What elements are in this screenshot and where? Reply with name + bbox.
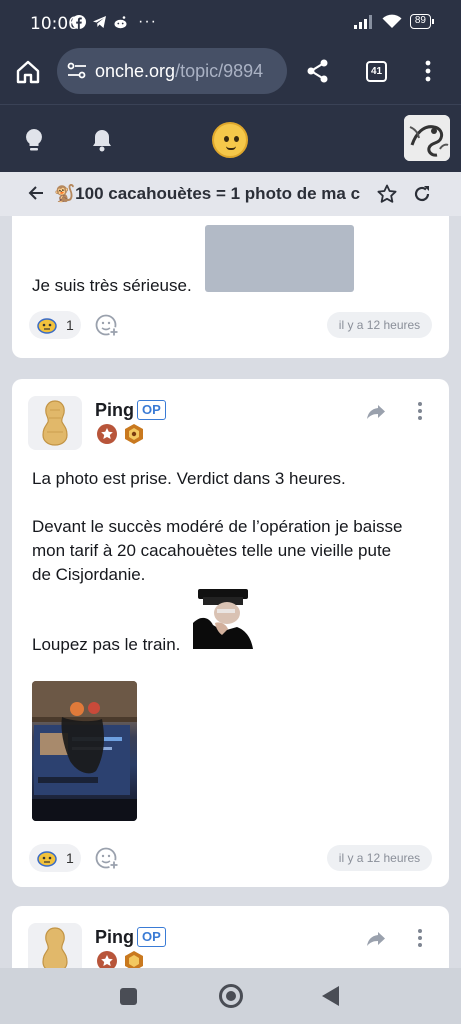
home-button[interactable] <box>219 984 243 1008</box>
post-paragraph: La photo est prise. Verdict dans 3 heure… <box>32 469 346 488</box>
share-icon[interactable] <box>305 58 331 84</box>
op-badge: OP <box>137 927 166 947</box>
author-name[interactable]: Ping <box>95 927 134 948</box>
back-arrow-icon[interactable] <box>28 185 44 201</box>
url-text[interactable]: onche.org/topic/9894 <box>95 61 263 82</box>
sticker-image[interactable] <box>193 589 253 649</box>
add-reaction-icon[interactable] <box>94 845 120 871</box>
url-host: onche.org <box>95 60 176 81</box>
post-text: Je suis très sérieuse. <box>32 276 192 295</box>
post-card: Ping OP <box>12 906 449 968</box>
post-card: Je suis très sérieuse. 1 il y a 12 heure… <box>12 216 449 358</box>
add-reaction-icon[interactable] <box>94 312 120 338</box>
bell-icon[interactable] <box>90 127 114 153</box>
share-post-icon[interactable] <box>366 403 386 421</box>
browser-toolbar: onche.org/topic/9894 41 <box>0 44 461 104</box>
reaction-count: 1 <box>66 850 74 866</box>
reddit-icon <box>114 16 127 29</box>
share-post-icon[interactable] <box>366 930 386 948</box>
author-name[interactable]: Ping <box>95 400 134 421</box>
lightbulb-icon[interactable] <box>22 127 46 153</box>
notification-icons: ··· <box>72 13 157 31</box>
post-timestamp: il y a 12 heures <box>327 312 432 338</box>
status-bar: 10:06 ··· 89 <box>0 0 461 44</box>
author-avatar[interactable] <box>28 923 82 968</box>
rank-badge-icon <box>97 951 117 968</box>
url-path: /topic/9894 <box>175 60 264 81</box>
op-badge: OP <box>137 400 166 420</box>
browser-menu-icon[interactable] <box>424 60 432 82</box>
reaction-count: 1 <box>66 317 74 333</box>
signal-icon <box>353 14 372 29</box>
reaction-emoji-icon <box>37 318 57 334</box>
site-settings-icon[interactable] <box>67 62 87 80</box>
reaction-pill[interactable]: 1 <box>29 844 81 872</box>
topic-title[interactable]: 🐒100 cacahouètes = 1 photo de ma c <box>54 184 364 204</box>
smiley-logo-icon[interactable] <box>212 122 248 158</box>
post-photo[interactable] <box>32 681 137 821</box>
post-paragraph: Loupez pas le train. <box>32 635 181 654</box>
telegram-icon <box>93 16 106 28</box>
refresh-icon[interactable] <box>412 184 432 204</box>
battery-icon: 89 <box>409 14 435 29</box>
post-paragraph: Devant le succès modéré de l’opération j… <box>32 517 403 536</box>
author-avatar[interactable] <box>28 396 82 450</box>
back-button[interactable] <box>322 986 339 1006</box>
post-paragraph: de Cisjordanie. <box>32 565 146 584</box>
topic-bar: 🐒100 cacahouètes = 1 photo de ma c <box>0 172 461 216</box>
post-paragraph: mon tarif à 20 cacahouètes telle une vie… <box>32 541 392 560</box>
achievement-badge-icon <box>125 424 143 444</box>
site-header <box>0 104 461 172</box>
wifi-icon <box>382 14 402 28</box>
reaction-emoji-icon <box>37 851 57 867</box>
home-icon[interactable] <box>14 58 42 86</box>
rank-badge-icon <box>97 424 117 444</box>
reaction-pill[interactable]: 1 <box>29 311 81 339</box>
post-card: Ping OP La photo est prise. Verdict dans… <box>12 379 449 887</box>
post-menu-icon[interactable] <box>417 401 423 421</box>
post-timestamp: il y a 12 heures <box>327 845 432 871</box>
more-dots-icon: ··· <box>138 13 157 30</box>
tab-switcher-button[interactable]: 41 <box>366 61 387 82</box>
system-icons: 89 <box>353 14 435 29</box>
posts-list: Je suis très sérieuse. 1 il y a 12 heure… <box>0 216 461 968</box>
address-bar[interactable]: onche.org/topic/9894 <box>57 48 287 94</box>
user-avatar[interactable] <box>404 115 450 161</box>
facebook-icon <box>72 15 86 29</box>
hidden-image[interactable] <box>205 225 354 292</box>
system-nav-bar <box>0 968 461 1024</box>
recent-apps-button[interactable] <box>120 988 137 1005</box>
star-icon[interactable] <box>377 184 397 204</box>
achievement-badge-icon <box>125 951 143 968</box>
post-menu-icon[interactable] <box>417 928 423 948</box>
